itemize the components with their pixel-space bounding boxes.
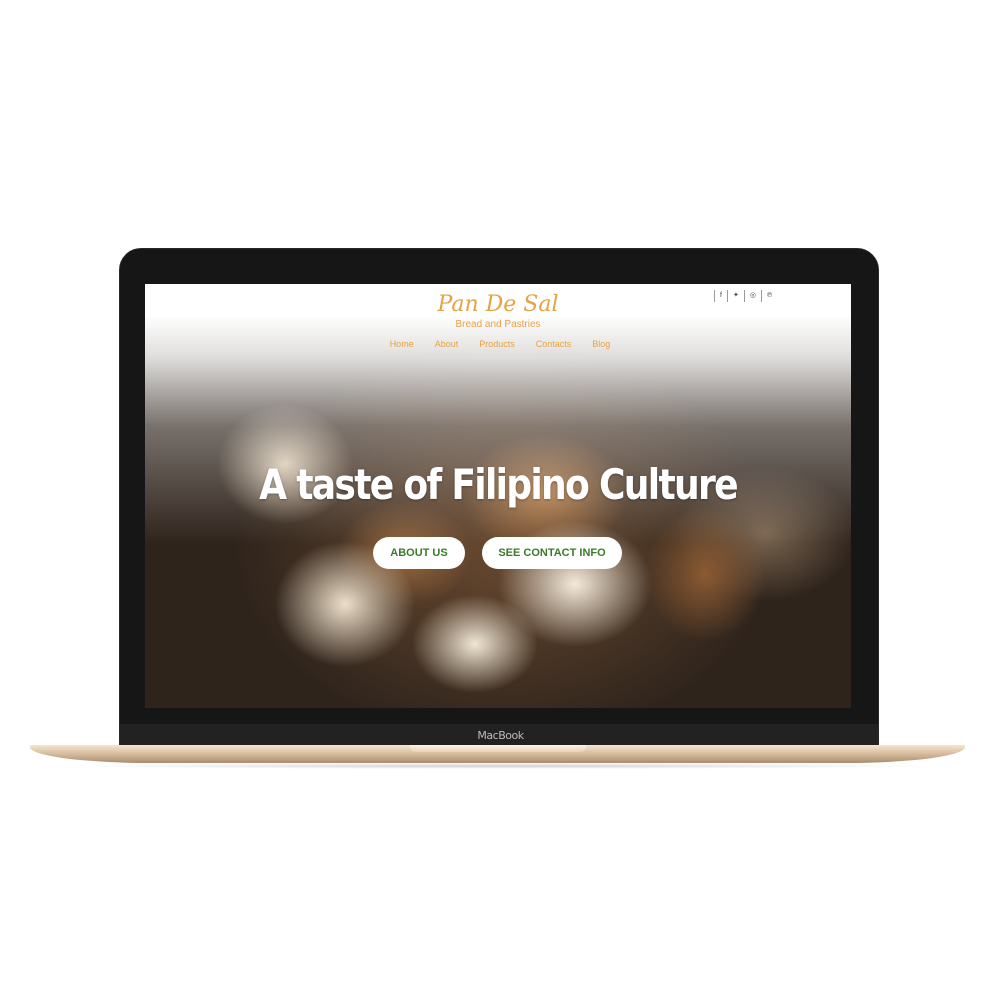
about-us-button[interactable]: ABOUT US <box>373 537 465 569</box>
main-nav: Home About Products Contacts Blog <box>145 339 851 349</box>
nav-home[interactable]: Home <box>390 339 414 349</box>
nav-products[interactable]: Products <box>479 339 515 349</box>
nav-contacts[interactable]: Contacts <box>536 339 572 349</box>
laptop-brand-label: MacBook <box>477 729 524 742</box>
see-contact-info-button[interactable]: SEE CONTACT INFO <box>482 537 622 569</box>
site-tagline: Bread and Pastries <box>455 319 541 330</box>
laptop-shadow <box>60 763 940 769</box>
laptop-notch <box>410 745 586 752</box>
social-links: f ✦ ◎ ℗ <box>714 290 777 302</box>
website-screen: Pan De Sal Bread and Pastries Home About… <box>145 284 851 708</box>
hero-title: A taste of Filipino Culture <box>259 460 738 509</box>
nav-blog[interactable]: Blog <box>592 339 610 349</box>
instagram-icon[interactable]: ◎ <box>743 290 761 302</box>
twitter-icon[interactable]: ✦ <box>726 290 744 302</box>
facebook-icon[interactable]: f <box>714 290 727 302</box>
pinterest-icon[interactable]: ℗ <box>760 290 777 302</box>
nav-about[interactable]: About <box>435 339 459 349</box>
